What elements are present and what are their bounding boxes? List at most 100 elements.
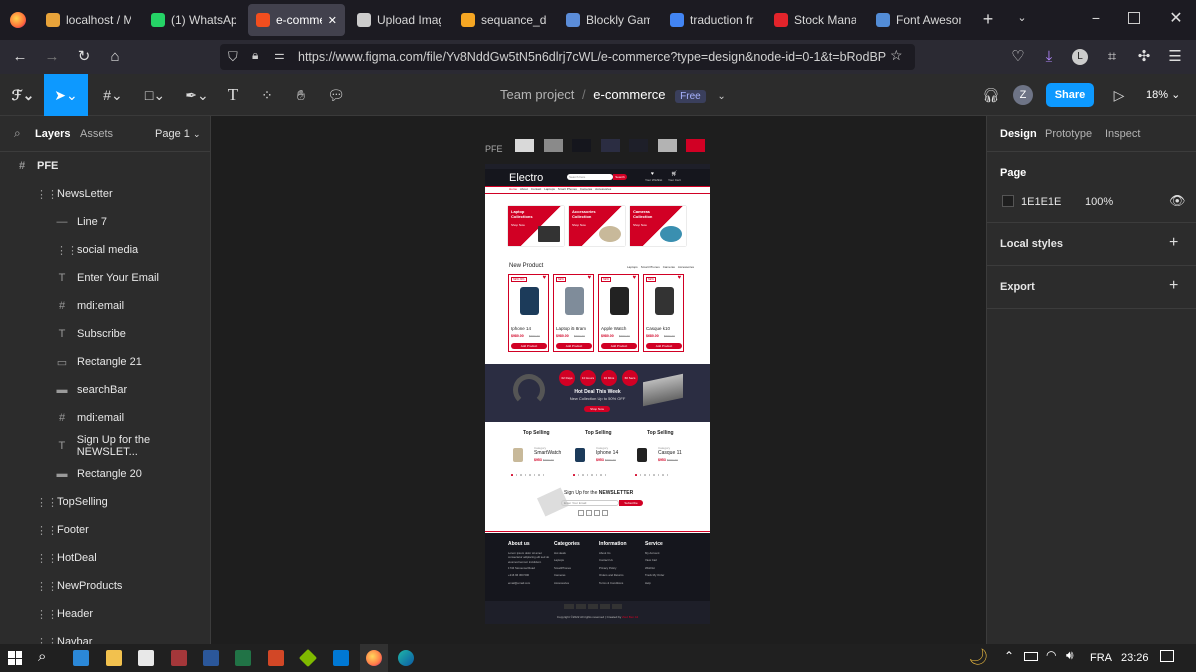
layer-row[interactable]: T Sign Up for the NEWSLET...: [0, 432, 210, 460]
account-avatar-icon[interactable]: L: [1072, 49, 1088, 65]
pen-tool-icon[interactable]: ✒⌄: [182, 85, 212, 105]
close-tab-icon[interactable]: ✕: [328, 14, 337, 27]
tab-design[interactable]: Design: [1000, 128, 1037, 140]
figma-main-menu-icon[interactable]: ℱ⌄: [8, 85, 38, 105]
color-swatch[interactable]: [686, 139, 705, 152]
extensions-icon[interactable]: ✣: [1134, 47, 1154, 67]
word-app-icon[interactable]: [203, 650, 219, 666]
layer-row[interactable]: # PFE: [0, 152, 210, 180]
lock-icon[interactable]: 🔒︎: [252, 48, 258, 63]
page-color-swatch[interactable]: [1002, 195, 1014, 207]
move-tool-button[interactable]: ➤⌄: [44, 74, 88, 116]
permissions-icon[interactable]: ⚌: [274, 48, 285, 62]
forward-arrow-icon[interactable]: →: [42, 47, 62, 67]
volume-icon[interactable]: 🔊︎: [1066, 648, 1074, 663]
back-arrow-icon[interactable]: ←: [10, 47, 30, 67]
shape-tool-icon[interactable]: □⌄: [140, 85, 170, 105]
tab-inspect[interactable]: Inspect: [1105, 128, 1140, 140]
figma-canvas[interactable]: PFE Electro Search here Search ♥ Your Wi…: [211, 116, 986, 644]
layer-row[interactable]: T Subscribe: [0, 320, 210, 348]
powerpoint-app-icon[interactable]: [268, 650, 284, 666]
reload-icon[interactable]: ↻: [74, 47, 94, 67]
frame-label[interactable]: PFE: [485, 144, 503, 154]
language-indicator[interactable]: FRA: [1090, 652, 1112, 664]
frame-tool-icon[interactable]: #⌄: [98, 85, 128, 105]
layer-row[interactable]: ▬ searchBar: [0, 376, 210, 404]
clock[interactable]: 23:26: [1121, 652, 1149, 664]
excel-app-icon[interactable]: [235, 650, 251, 666]
layer-row[interactable]: ▬ Rectangle 20: [0, 460, 210, 488]
layer-row[interactable]: ⋮⋮ NewProducts: [0, 572, 210, 600]
layer-row[interactable]: ⋮⋮ social media: [0, 236, 210, 264]
layer-row[interactable]: ⋮⋮ Navbar: [0, 628, 210, 644]
browser-tab[interactable]: Upload Image: [349, 4, 449, 36]
color-swatch[interactable]: [515, 139, 534, 152]
tab-layers[interactable]: Layers: [35, 128, 70, 140]
notifications-icon[interactable]: [1160, 650, 1174, 662]
page-selector[interactable]: Page 1 ⌄: [155, 128, 200, 140]
browser-tab[interactable]: traduction fra: [662, 4, 762, 36]
visibility-eye-icon[interactable]: 👁︎: [1169, 193, 1186, 209]
page-opacity-value[interactable]: 100%: [1085, 196, 1113, 208]
add-local-style-icon[interactable]: +: [1169, 234, 1178, 252]
url-text[interactable]: https://www.figma.com/file/Yv8NddGw5tN5n…: [298, 50, 888, 64]
browser-tab[interactable]: (1) WhatsApp: [143, 4, 244, 36]
access-app-icon[interactable]: [171, 650, 187, 666]
store-app-icon[interactable]: [138, 650, 154, 666]
edge-app-icon[interactable]: [398, 650, 414, 666]
file-name[interactable]: e-commerce: [593, 87, 665, 102]
audio-headphones-icon[interactable]: 🎧︎: [980, 85, 1002, 105]
zoom-dropdown[interactable]: 18% ⌄: [1146, 88, 1180, 101]
dev-tool-app-icon[interactable]: [298, 648, 318, 668]
menu-hamburger-icon[interactable]: ☰: [1165, 47, 1185, 67]
home-icon[interactable]: ⌂: [105, 47, 125, 67]
layer-row[interactable]: ⋮⋮ NewsLetter: [0, 180, 210, 208]
tab-assets[interactable]: Assets: [80, 128, 113, 140]
shield-icon[interactable]: ⛉: [228, 49, 238, 65]
windows-start-icon[interactable]: [8, 651, 22, 665]
restore-button[interactable]: [1128, 12, 1140, 24]
close-window-button[interactable]: ✕: [1168, 8, 1184, 28]
share-button[interactable]: Share: [1046, 83, 1094, 107]
present-play-icon[interactable]: ▷: [1108, 85, 1130, 105]
new-tab-button[interactable]: +: [978, 10, 998, 30]
night-mode-icon[interactable]: 🌙︎: [968, 647, 988, 667]
vscode-app-icon[interactable]: [333, 650, 349, 666]
add-export-icon[interactable]: +: [1169, 277, 1178, 295]
color-swatch[interactable]: [543, 139, 563, 152]
browser-tab[interactable]: e-commer ✕: [248, 4, 345, 36]
layer-row[interactable]: ⋮⋮ Footer: [0, 516, 210, 544]
plan-badge[interactable]: Free: [675, 90, 706, 103]
battery-icon[interactable]: [1024, 652, 1038, 661]
layer-row[interactable]: ⋮⋮ HotDeal: [0, 544, 210, 572]
pfe-frame[interactable]: Electro Search here Search ♥ Your Wishli…: [485, 164, 710, 624]
project-name[interactable]: Team project: [500, 87, 574, 102]
color-swatch[interactable]: [572, 139, 591, 152]
browser-tab[interactable]: localhost / M: [38, 4, 139, 36]
hand-tool-icon[interactable]: ✋︎: [290, 85, 312, 105]
comment-tool-icon[interactable]: 💬︎: [325, 85, 347, 105]
file-explorer-icon[interactable]: [106, 650, 122, 666]
color-swatch[interactable]: [600, 139, 620, 152]
download-icon[interactable]: ⤓: [1039, 47, 1059, 67]
crop-extension-icon[interactable]: ⌗: [1102, 47, 1122, 67]
page-color-value[interactable]: 1E1E1E: [1021, 196, 1061, 208]
color-swatch[interactable]: [629, 139, 648, 152]
text-tool-icon[interactable]: T: [222, 85, 244, 105]
taskbar-search-icon[interactable]: ⌕: [38, 648, 46, 665]
user-avatar[interactable]: Z: [1013, 85, 1033, 105]
browser-tab[interactable]: Stock Manag: [766, 4, 864, 36]
layer-row[interactable]: ⋮⋮ Header: [0, 600, 210, 628]
browser-tab[interactable]: sequance_dia: [453, 4, 554, 36]
list-tabs-chevron-icon[interactable]: ⌄: [1014, 11, 1030, 27]
layer-row[interactable]: # mdi:email: [0, 292, 210, 320]
layer-row[interactable]: ▭ Rectangle 21: [0, 348, 210, 376]
browser-tab[interactable]: Font Awesom: [868, 4, 969, 36]
layers-search-icon[interactable]: ⌕: [14, 126, 21, 141]
mail-app-icon[interactable]: [73, 650, 89, 666]
file-menu-chevron-icon[interactable]: ⌄: [717, 91, 725, 102]
bookmark-star-icon[interactable]: ☆: [890, 47, 903, 64]
layer-row[interactable]: — Line 7: [0, 208, 210, 236]
components-tool-icon[interactable]: ⁘: [256, 85, 278, 105]
pocket-icon[interactable]: ♡: [1008, 47, 1028, 67]
